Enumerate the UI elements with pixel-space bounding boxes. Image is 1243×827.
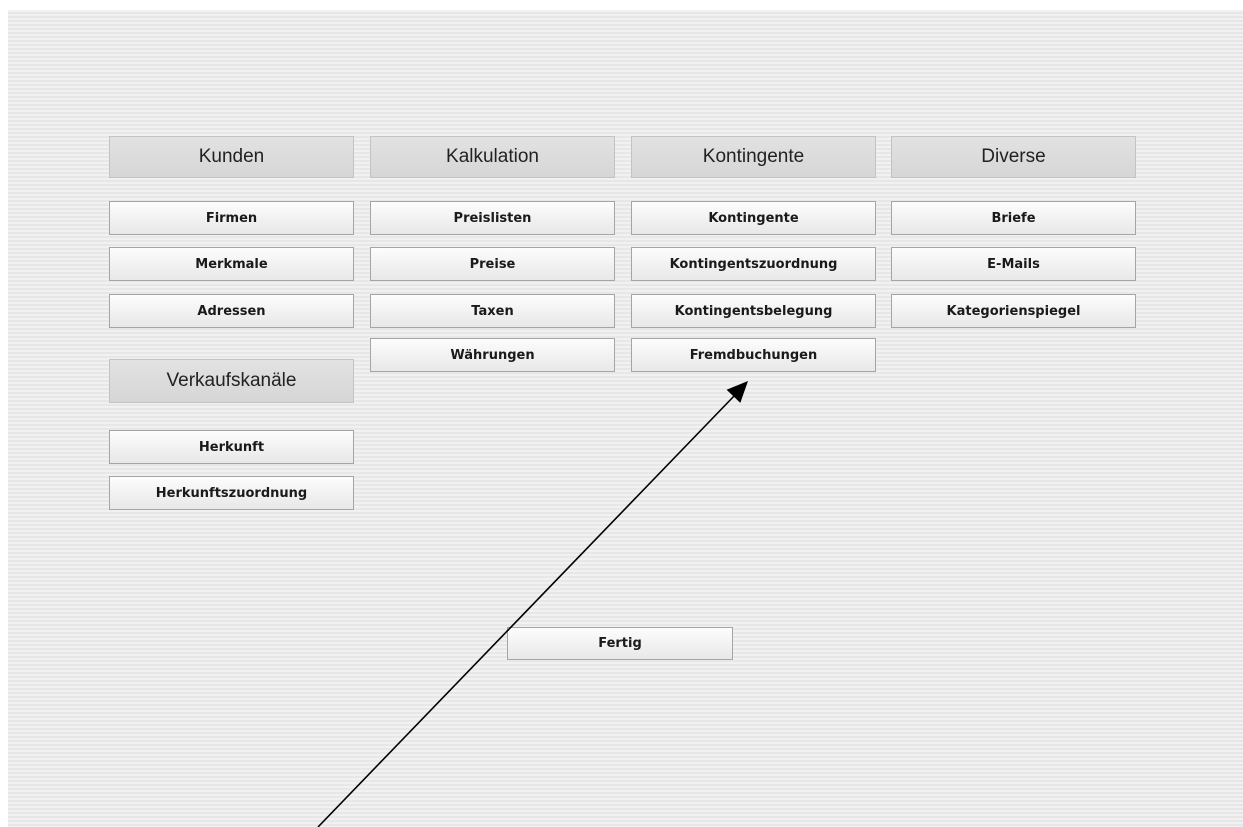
taxen-button[interactable]: Taxen: [370, 294, 615, 328]
herkunftszuordnung-button[interactable]: Herkunftszuordnung: [109, 476, 354, 510]
adressen-button[interactable]: Adressen: [109, 294, 354, 328]
screen: Kunden Firmen Merkmale Adressen Verkaufs…: [0, 0, 1243, 827]
fertig-button[interactable]: Fertig: [507, 627, 733, 660]
kategorienspiegel-button[interactable]: Kategorienspiegel: [891, 294, 1136, 328]
preise-button[interactable]: Preise: [370, 247, 615, 281]
kontingente-button[interactable]: Kontingente: [631, 201, 876, 235]
diverse-header: Diverse: [891, 136, 1136, 178]
fremdbuchungen-button[interactable]: Fremdbuchungen: [631, 338, 876, 372]
waehrungen-button[interactable]: Währungen: [370, 338, 615, 372]
verkaufskanaele-header: Verkaufskanäle: [109, 359, 354, 403]
merkmale-button[interactable]: Merkmale: [109, 247, 354, 281]
kontingentsbelegung-button[interactable]: Kontingentsbelegung: [631, 294, 876, 328]
kunden-header: Kunden: [109, 136, 354, 178]
preislisten-button[interactable]: Preislisten: [370, 201, 615, 235]
main-panel: Kunden Firmen Merkmale Adressen Verkaufs…: [8, 10, 1243, 827]
herkunft-button[interactable]: Herkunft: [109, 430, 354, 464]
briefe-button[interactable]: Briefe: [891, 201, 1136, 235]
kontingente-header: Kontingente: [631, 136, 876, 178]
kontingentszuordnung-button[interactable]: Kontingentszuordnung: [631, 247, 876, 281]
emails-button[interactable]: E-Mails: [891, 247, 1136, 281]
firmen-button[interactable]: Firmen: [109, 201, 354, 235]
kalkulation-header: Kalkulation: [370, 136, 615, 178]
